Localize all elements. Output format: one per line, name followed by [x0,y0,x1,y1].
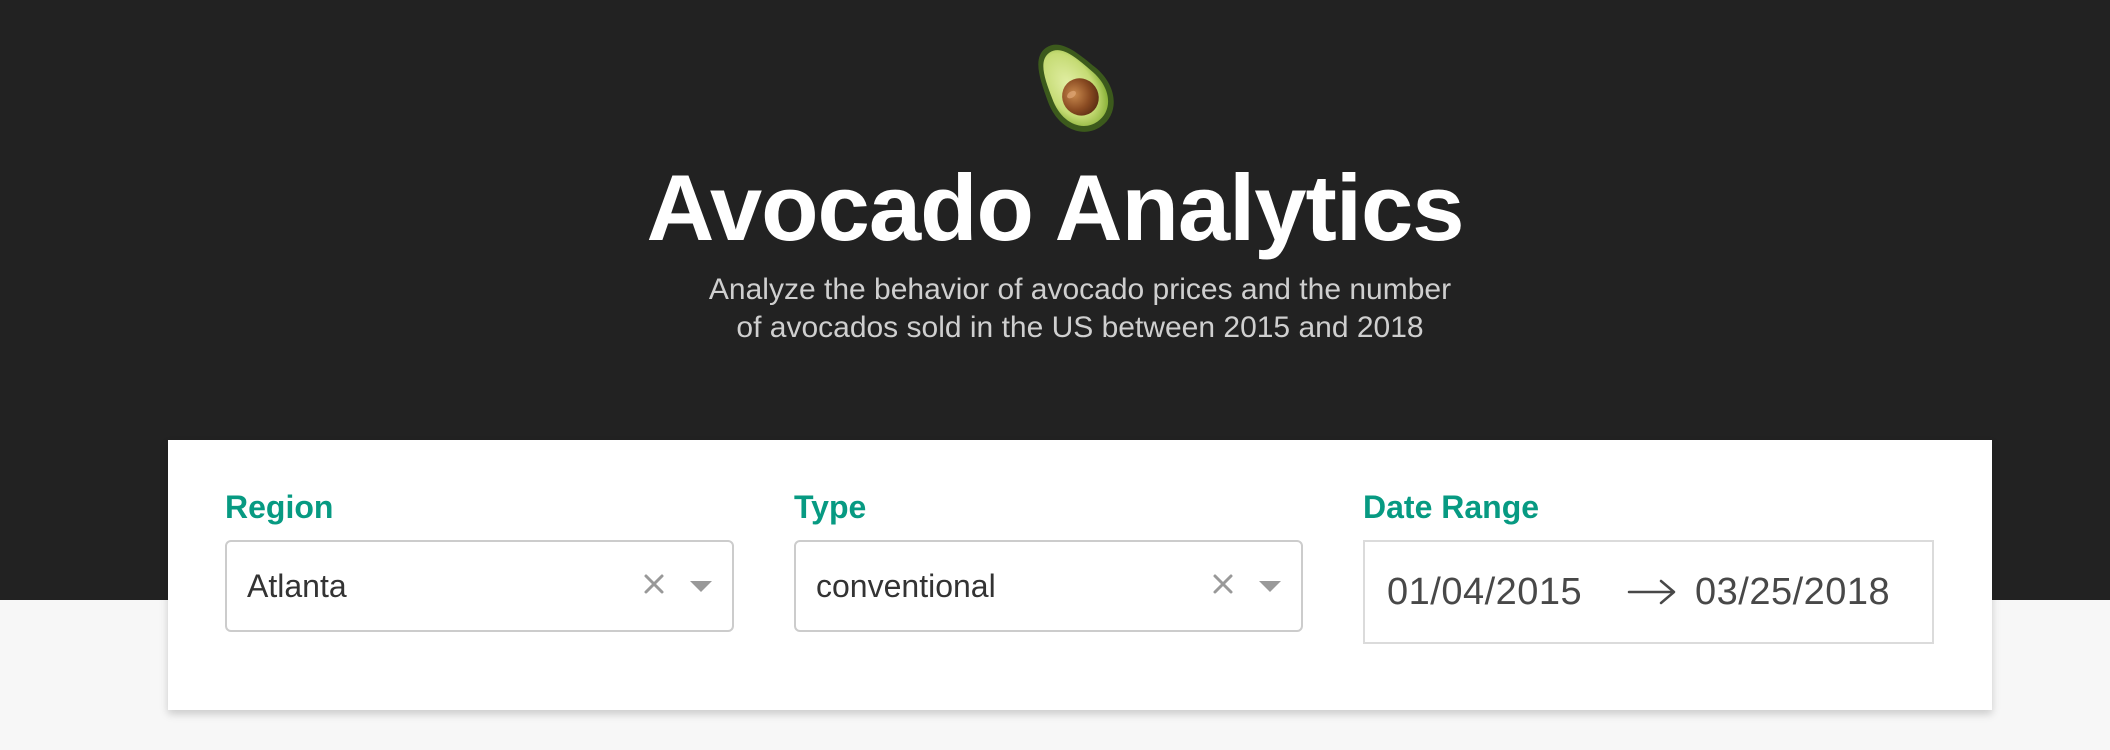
date-range-picker[interactable]: 01/04/2015 03/25/2018 [1363,540,1934,644]
region-label: Region [225,489,334,525]
type-filter: Type conventional [794,490,1303,632]
region-dropdown[interactable]: Atlanta [225,540,734,632]
page-subtitle: Analyze the behavior of avocado prices a… [708,273,1452,344]
page-title: Avocado Analytics [646,155,1464,260]
type-label: Type [794,489,867,525]
type-selected-value: conventional [816,568,996,604]
filter-menu-card: Region Atlanta Type conventional Date Ra… [168,440,1992,710]
end-date-input[interactable]: 03/25/2018 [1695,542,1890,642]
region-filter: Region Atlanta [225,490,734,632]
avocado-logo-icon [1038,44,1114,132]
chevron-down-icon[interactable] [1259,581,1281,592]
date-range-filter: Date Range 01/04/2015 03/25/2018 [1363,490,1934,644]
clear-icon[interactable] [640,570,668,598]
clear-icon[interactable] [1209,570,1237,598]
date-range-label: Date Range [1363,489,1540,525]
type-dropdown[interactable]: conventional [794,540,1303,632]
chevron-down-icon[interactable] [690,581,712,592]
start-date-input[interactable]: 01/04/2015 [1387,542,1582,642]
region-selected-value: Atlanta [247,568,347,604]
arrow-right-icon [1627,579,1676,605]
